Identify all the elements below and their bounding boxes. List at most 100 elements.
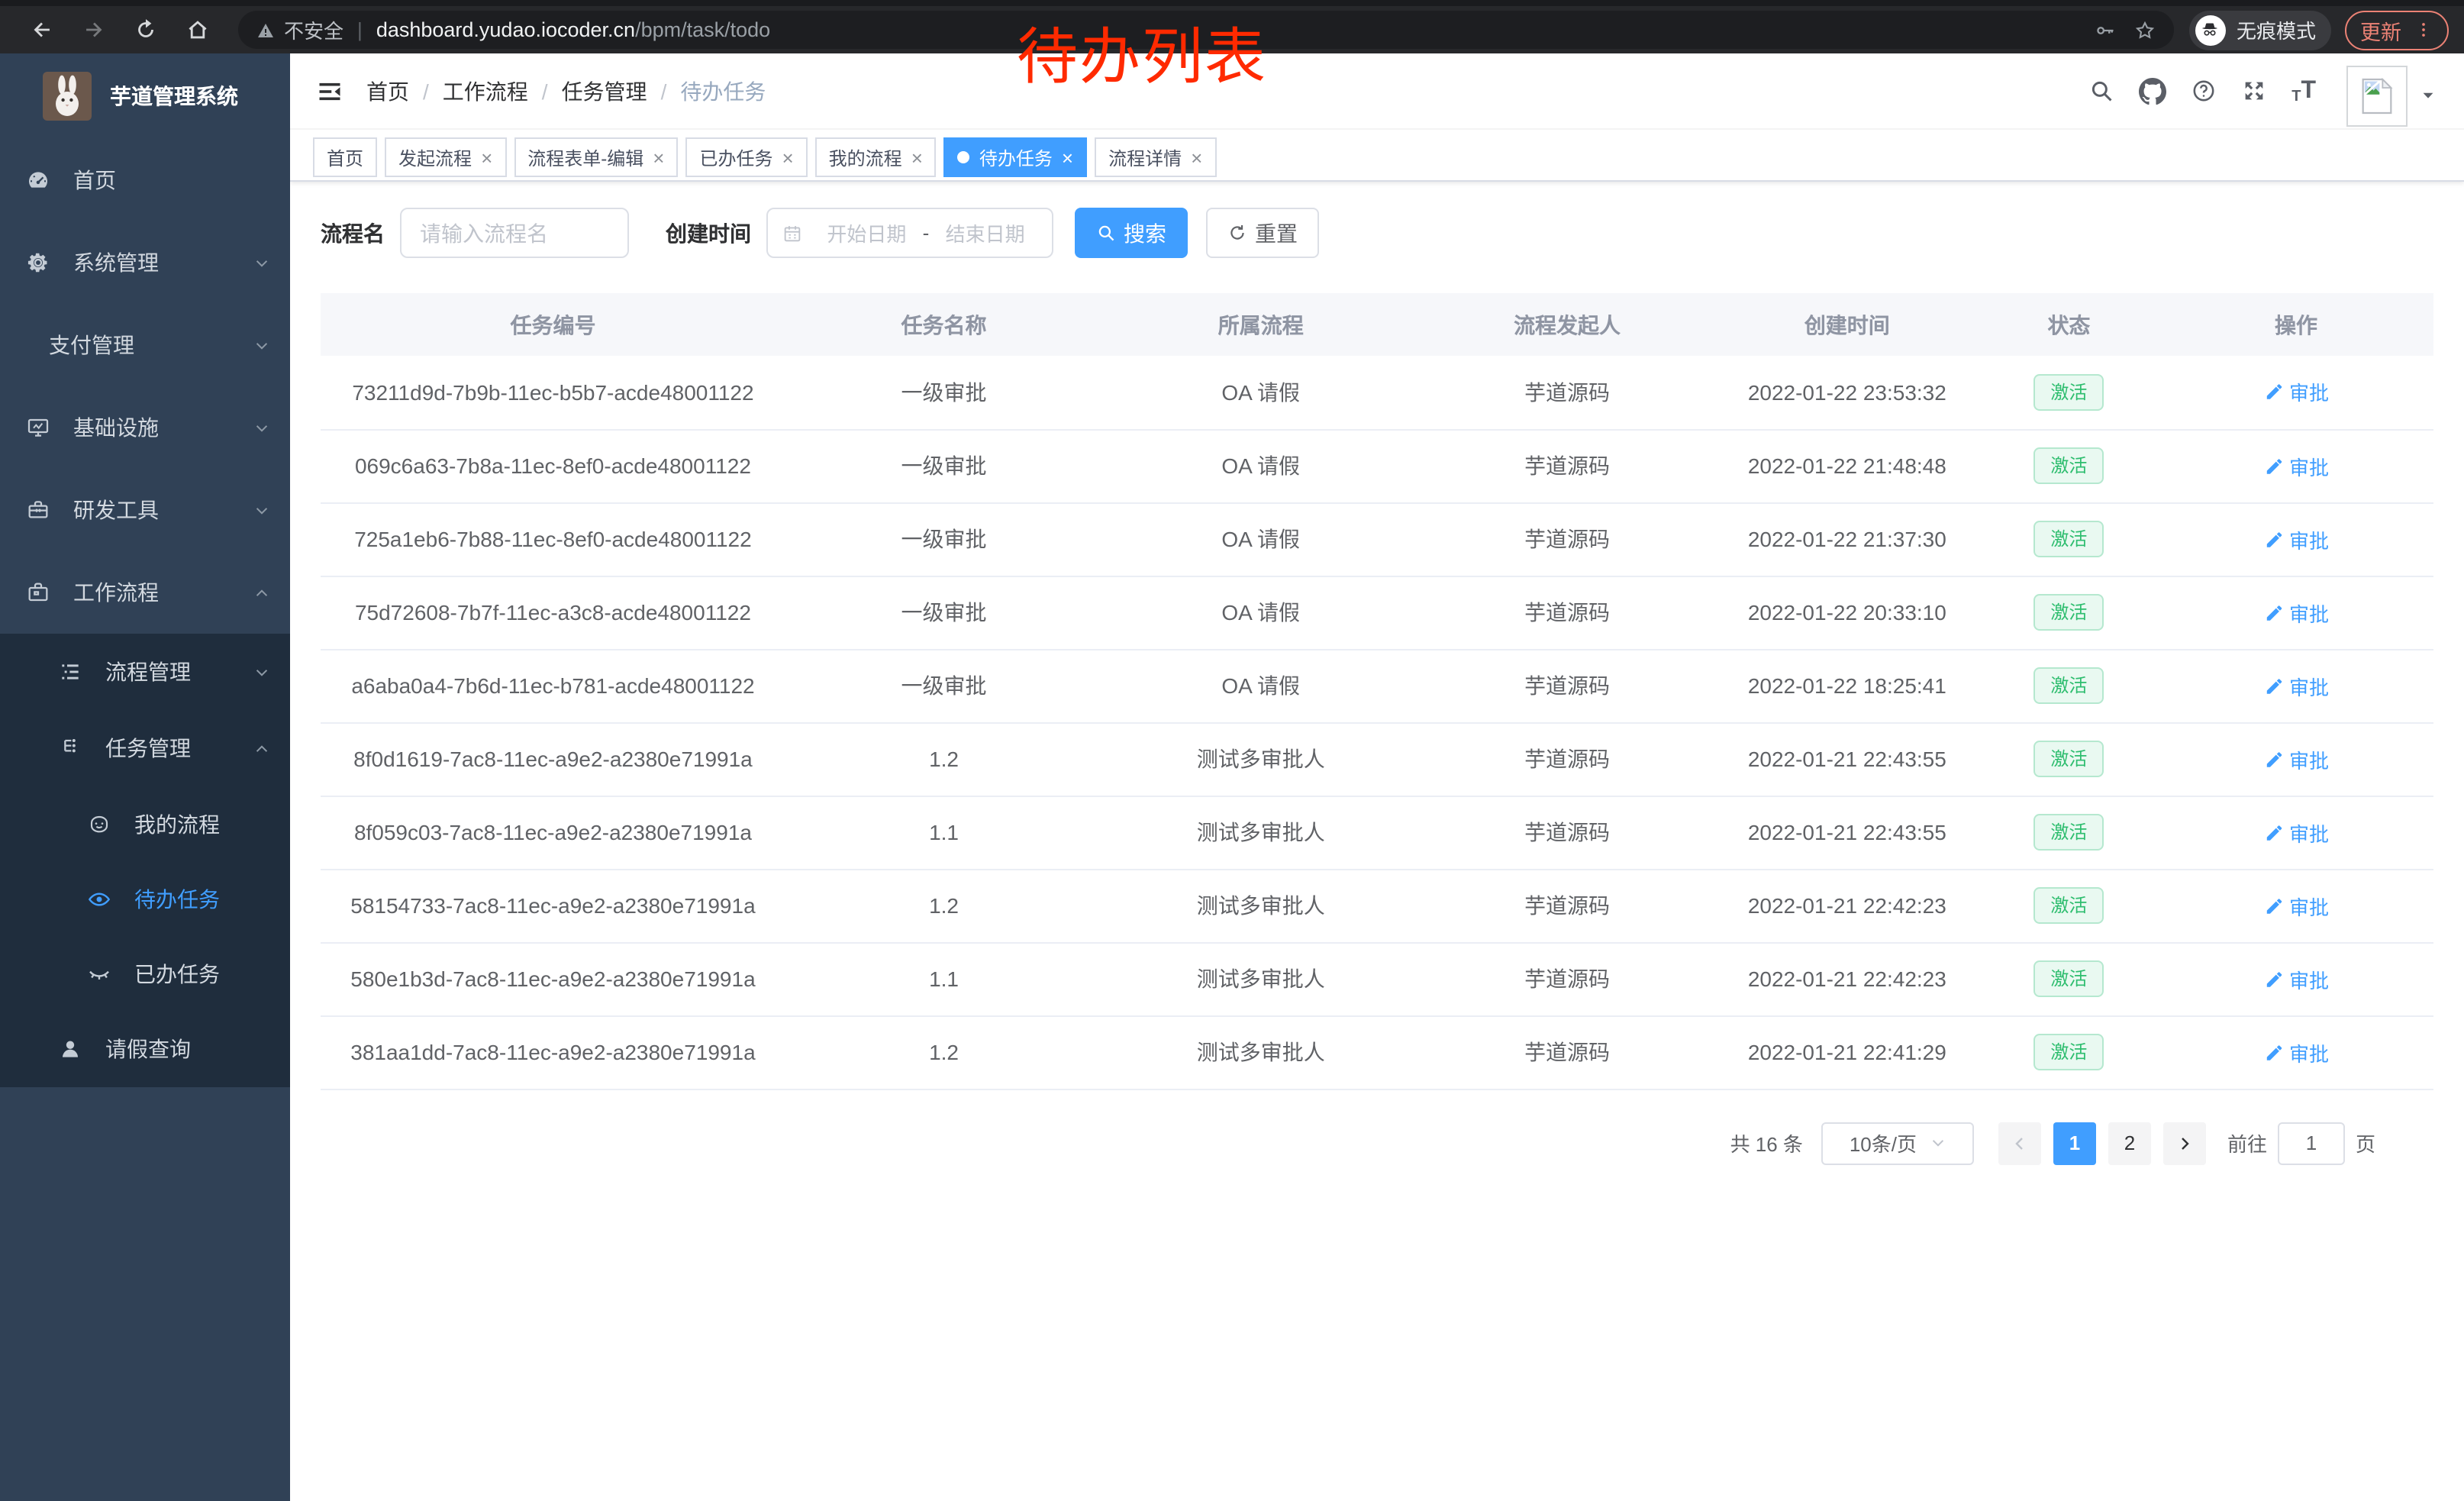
search-button[interactable]: 搜索 [1075,208,1188,258]
calendar-icon [782,222,803,244]
cell-starter: 芋道源码 [1419,722,1715,796]
page-button-1[interactable]: 1 [2053,1122,2096,1164]
tab-todo-task[interactable]: 待办任务× [944,137,1087,177]
sidebar-item-workflow[interactable]: 工作流程 [0,551,290,634]
prev-page-button[interactable] [1998,1122,2041,1164]
cell-process: OA 请假 [1102,649,1419,722]
gear-icon [26,250,50,275]
cell-status: 激活 [1979,796,2159,869]
status-tag: 激活 [2033,447,2104,485]
approve-label: 审批 [2289,964,2329,993]
cell-name: 1.1 [785,796,1102,869]
warning-icon [256,21,275,39]
sidebar-item-todo-task[interactable]: 待办任务 [0,861,290,936]
approve-link[interactable]: 审批 [2263,964,2329,993]
date-range-picker[interactable]: 开始日期 - 结束日期 [766,208,1053,258]
sidebar-item-devtools[interactable]: 研发工具 [0,469,290,551]
fullscreen-icon[interactable] [2241,78,2267,104]
reset-button[interactable]: 重置 [1206,208,1319,258]
approve-link[interactable]: 审批 [2263,671,2329,700]
tab-label: 流程详情 [1108,144,1182,170]
sidebar-item-label: 支付管理 [49,330,134,360]
sidebar-item-task-mgmt[interactable]: 任务管理 [0,710,290,786]
cell-name: 一级审批 [785,429,1102,502]
tab-close-icon[interactable]: × [1062,147,1073,167]
edit-pen-icon [2263,383,2283,402]
breadcrumb-item[interactable]: 首页 [366,76,409,106]
help-icon[interactable] [2191,78,2217,104]
sidebar-item-leave-query[interactable]: 请假查询 [0,1011,290,1087]
sidebar-logo-row[interactable]: 芋道管理系统 [0,53,290,139]
incognito-label: 无痕模式 [2237,15,2316,44]
breadcrumb-item[interactable]: 工作流程 [443,76,528,106]
table-head: 任务编号任务名称所属流程流程发起人创建时间状态操作 [321,293,2433,356]
edit-pen-icon [2263,896,2283,915]
approve-link[interactable]: 审批 [2263,891,2329,920]
cell-action: 审批 [2159,649,2433,722]
sidebar-item-done-task[interactable]: 已办任务 [0,936,290,1011]
search-icon[interactable] [2088,78,2114,104]
tab-close-icon[interactable]: × [481,147,492,167]
header-actions: TT [2076,56,2464,126]
tab-start-process[interactable]: 发起流程× [385,137,506,177]
page-size-select[interactable]: 10条/页 [1821,1122,1974,1164]
sidebar-item-home[interactable]: 首页 [0,139,290,221]
browser-reload-button[interactable] [127,11,163,48]
browser-back-button[interactable] [23,11,60,48]
approve-link[interactable]: 审批 [2263,451,2329,480]
tab-done-task[interactable]: 已办任务× [685,137,807,177]
security-label: 不安全 [284,15,343,44]
tab-my-process[interactable]: 我的流程× [815,137,937,177]
cell-status: 激活 [1979,1015,2159,1089]
tab-close-icon[interactable]: × [1191,147,1202,167]
tab-close-icon[interactable]: × [653,147,664,167]
next-page-button[interactable] [2163,1122,2206,1164]
key-icon[interactable] [2095,19,2116,40]
robot-face-icon [87,812,111,836]
table-header-cell: 创建时间 [1715,293,1979,356]
process-name-input[interactable] [400,208,629,258]
browser-menu-icon[interactable] [2414,20,2433,40]
cell-status: 激活 [1979,356,2159,429]
hamburger-icon[interactable] [316,77,343,105]
edit-pen-icon [2263,602,2283,622]
avatar-caret-icon[interactable] [2420,87,2437,104]
cell-action: 审批 [2159,942,2433,1015]
breadcrumb-item[interactable]: 任务管理 [562,76,647,106]
update-button[interactable]: 更新 [2345,10,2449,50]
todo-table: 任务编号任务名称所属流程流程发起人创建时间状态操作 73211d9d-7b9b-… [321,293,2433,1089]
sidebar-item-payment[interactable]: 支付管理 [0,304,290,386]
sidebar-item-process-mgmt[interactable]: 流程管理 [0,634,290,710]
update-label: 更新 [2360,15,2401,45]
tab-process-detail[interactable]: 流程详情 × [1095,137,1216,177]
github-icon[interactable] [2139,77,2166,105]
browser-home-button[interactable] [179,11,215,48]
approve-link[interactable]: 审批 [2263,744,2329,773]
approve-link[interactable]: 审批 [2263,378,2329,407]
sidebar-item-system[interactable]: 系统管理 [0,221,290,304]
goto-page-input[interactable] [2278,1122,2345,1164]
cell-time: 2022-01-22 21:37:30 [1715,502,1979,576]
sidebar-item-infrastructure[interactable]: 基础设施 [0,386,290,469]
sidebar-item-my-process[interactable]: 我的流程 [0,786,290,861]
approve-link[interactable]: 审批 [2263,598,2329,627]
cell-name: 1.2 [785,722,1102,796]
star-icon[interactable] [2134,19,2156,40]
tab-close-icon[interactable]: × [782,147,793,167]
tab-home[interactable]: 首页 [313,137,377,177]
avatar[interactable] [2346,65,2408,126]
page-button-2[interactable]: 2 [2108,1122,2151,1164]
cell-starter: 芋道源码 [1419,796,1715,869]
browser-forward-button[interactable] [75,11,111,48]
tab-form-edit[interactable]: 流程表单-编辑× [514,137,678,177]
approve-link[interactable]: 审批 [2263,818,2329,847]
address-bar[interactable]: 不安全 | dashboard.yudao.iocoder.cn /bpm/ta… [238,11,2174,49]
cell-action: 审批 [2159,869,2433,942]
tab-close-icon[interactable]: × [911,147,923,167]
approve-link[interactable]: 审批 [2263,525,2329,554]
sidebar-item-label: 系统管理 [73,247,159,278]
font-size-icon[interactable]: TT [2291,77,2316,105]
approve-link[interactable]: 审批 [2263,1038,2329,1067]
cell-name: 一级审批 [785,356,1102,429]
cell-starter: 芋道源码 [1419,429,1715,502]
